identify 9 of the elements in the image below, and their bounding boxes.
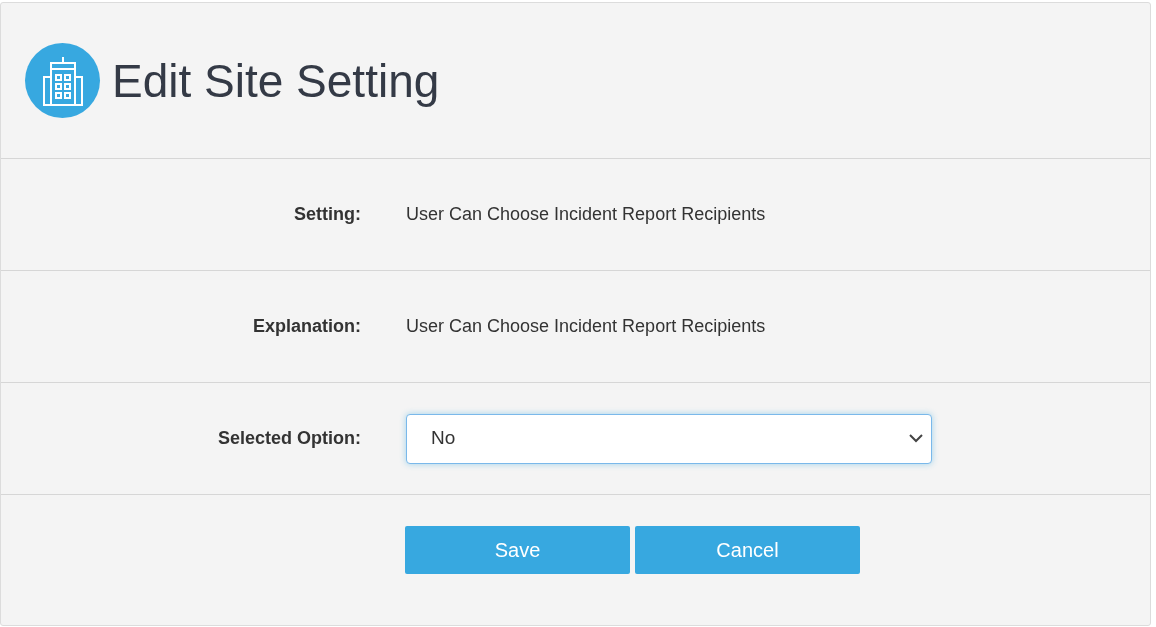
action-button[interactable]: Save: [405, 526, 630, 574]
option-select[interactable]: No: [406, 413, 932, 464]
field-label: Explanation:: [252, 315, 361, 338]
field-label: Selected Option:: [217, 427, 361, 450]
chevron-down-icon: [909, 434, 923, 443]
field-value: User Can Choose Incident Report Recipients: [406, 203, 766, 226]
field-value: User Can Choose Incident Report Recipients: [406, 315, 766, 338]
action-button[interactable]: Cancel: [635, 526, 860, 574]
field-label: Setting:: [293, 203, 361, 226]
